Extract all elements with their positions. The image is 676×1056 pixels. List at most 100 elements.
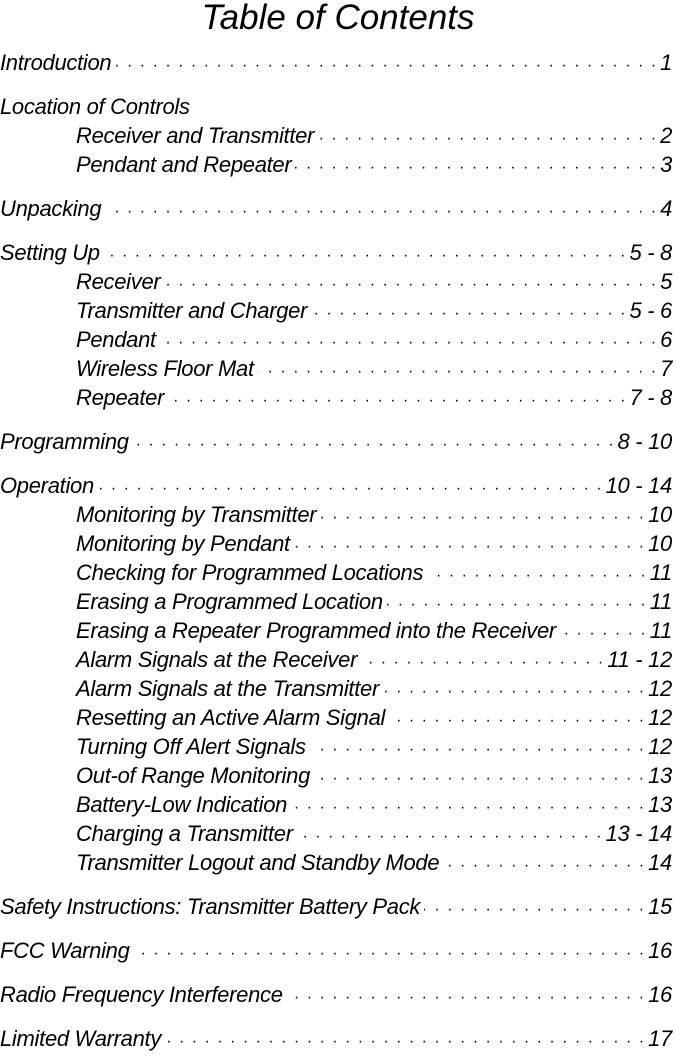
toc-entry-label: Limited Warranty xyxy=(0,1026,162,1051)
toc-entry-page: 14 xyxy=(648,850,672,875)
toc-entry-page: 17 xyxy=(648,1026,672,1051)
toc-subentry[interactable]: Turning Off Alert Signals 12 xyxy=(0,732,672,761)
toc-entry-page: 12 xyxy=(648,705,672,730)
toc-entry-page: 5 xyxy=(660,269,672,294)
dot-leader xyxy=(105,197,656,226)
dot-leader xyxy=(160,328,656,357)
toc-entry[interactable]: Programming 8 - 10 xyxy=(0,427,672,456)
toc-subentry[interactable]: Pendant 6 xyxy=(0,325,672,354)
dot-leader xyxy=(291,793,644,822)
toc-subentry[interactable]: Resetting an Active Alarm Signal 12 xyxy=(0,703,672,732)
toc-entry-page: 5 - 6 xyxy=(629,298,672,323)
toc-entry-page: 11 xyxy=(649,589,673,614)
toc-entry-label: Introduction xyxy=(0,50,112,75)
dot-leader xyxy=(287,983,644,1012)
dot-leader xyxy=(361,648,603,677)
toc-entry-page: 8 - 10 xyxy=(617,429,673,454)
toc-entry-page: 10 xyxy=(648,531,672,556)
toc-entry[interactable]: FCC Warning 16 xyxy=(0,936,672,965)
toc-entry[interactable]: Location of Controls xyxy=(0,92,672,121)
table-of-contents: Introduction1Location of ControlsReceive… xyxy=(0,48,672,1053)
toc-entry-label: Checking for Programmed Locations xyxy=(76,560,424,585)
toc-entry-label: Turning Off Alert Signals xyxy=(76,734,306,759)
toc-entry[interactable]: Setting Up 5 - 8 xyxy=(0,238,672,267)
toc-entry-label: Unpacking xyxy=(0,196,102,221)
toc-subentry[interactable]: Receiver and Transmitter 2 xyxy=(0,121,672,150)
toc-subentry[interactable]: Out-of Range Monitoring 13 xyxy=(0,761,672,790)
toc-entry-label: Battery-Low Indication xyxy=(76,792,288,817)
toc-entry[interactable]: Radio Frequency Interference 16 xyxy=(0,980,672,1009)
dot-leader xyxy=(383,677,644,706)
toc-entry-page: 12 xyxy=(648,734,672,759)
toc-entry[interactable]: Limited Warranty 17 xyxy=(0,1024,672,1053)
toc-subentry[interactable]: Receiver 5 xyxy=(0,267,672,296)
dot-leader xyxy=(560,619,646,648)
toc-entry-page: 13 - 14 xyxy=(605,821,673,846)
toc-subentry[interactable]: Pendant and Repeater 3 xyxy=(0,150,672,179)
toc-entry-label: Receiver and Transmitter xyxy=(76,123,315,148)
toc-entry-page: 7 xyxy=(660,356,672,381)
toc-entry-page: 11 - 12 xyxy=(607,647,672,672)
dot-leader xyxy=(314,764,644,793)
toc-entry-page: 12 xyxy=(648,676,672,701)
toc-entry-label: Erasing a Repeater Programmed into the R… xyxy=(76,618,556,643)
toc-entry-label: Safety Instructions: Transmitter Battery… xyxy=(0,894,421,919)
toc-subentry[interactable]: Monitoring by Pendant 10 xyxy=(0,529,672,558)
toc-entry-label: FCC Warning xyxy=(0,938,130,963)
dot-leader xyxy=(443,851,644,880)
toc-entry-label: Operation xyxy=(0,473,94,498)
dot-leader xyxy=(164,270,656,299)
dot-leader xyxy=(427,561,646,590)
toc-entry-label: Monitoring by Pendant xyxy=(76,531,290,556)
toc-entry-label: Wireless Floor Mat xyxy=(76,356,254,381)
toc-entry[interactable]: Operation 10 - 14 xyxy=(0,471,672,500)
toc-entry-page: 3 xyxy=(660,152,672,177)
toc-entry-label: Transmitter and Charger xyxy=(76,298,308,323)
toc-subentry[interactable]: Monitoring by Transmitter 10 xyxy=(0,500,672,529)
toc-entry-label: Pendant and Repeater xyxy=(76,152,292,177)
toc-entry-label: Repeater xyxy=(76,385,165,410)
toc-subentry[interactable]: Transmitter Logout and Standby Mode 14 xyxy=(0,848,672,877)
toc-entry-page: 13 xyxy=(648,792,672,817)
toc-entry-page: 13 xyxy=(648,763,672,788)
toc-entry-page: 10 xyxy=(648,502,672,527)
dot-leader xyxy=(295,153,656,182)
toc-entry-label: Pendant xyxy=(76,327,156,352)
toc-entry-label: Transmitter Logout and Standby Mode xyxy=(76,850,440,875)
toc-subentry[interactable]: Checking for Programmed Locations 11 xyxy=(0,558,672,587)
toc-entry-label: Charging a Transmitter xyxy=(76,821,293,846)
toc-subentry[interactable]: Erasing a Programmed Location 11 xyxy=(0,587,672,616)
dot-leader xyxy=(387,590,646,619)
dot-leader xyxy=(389,706,644,735)
dot-leader xyxy=(310,735,644,764)
toc-entry-page: 4 xyxy=(660,196,672,221)
toc-entry[interactable]: Safety Instructions: Transmitter Battery… xyxy=(0,892,672,921)
toc-entry-page: 11 xyxy=(649,618,673,643)
toc-entry-label: Receiver xyxy=(76,269,161,294)
toc-subentry[interactable]: Battery-Low Indication 13 xyxy=(0,790,672,819)
toc-entry-label: Erasing a Programmed Location xyxy=(76,589,383,614)
dot-leader xyxy=(115,51,656,80)
toc-subentry[interactable]: Alarm Signals at the Transmitter 12 xyxy=(0,674,672,703)
dot-leader xyxy=(258,357,656,386)
toc-entry-label: Alarm Signals at the Receiver xyxy=(76,647,358,672)
toc-entry-page: 16 xyxy=(648,982,672,1007)
toc-subentry[interactable]: Charging a Transmitter 13 - 14 xyxy=(0,819,672,848)
dot-leader xyxy=(134,939,645,968)
toc-subentry[interactable]: Erasing a Repeater Programmed into the R… xyxy=(0,616,672,645)
toc-subentry[interactable]: Repeater 7 - 8 xyxy=(0,383,672,412)
dot-leader xyxy=(424,895,644,924)
dot-leader xyxy=(318,124,656,153)
page-title: Table of Contents xyxy=(201,0,475,37)
toc-subentry[interactable]: Transmitter and Charger 5 - 6 xyxy=(0,296,672,325)
toc-entry-page: 11 xyxy=(649,560,673,585)
toc-entry[interactable]: Unpacking 4 xyxy=(0,194,672,223)
toc-entry-label: Radio Frequency Interference xyxy=(0,982,283,1007)
toc-subentry[interactable]: Wireless Floor Mat 7 xyxy=(0,354,672,383)
dot-leader xyxy=(168,386,625,415)
dot-leader xyxy=(297,822,602,851)
toc-entry[interactable]: Introduction 1 xyxy=(0,48,672,77)
dot-leader xyxy=(320,503,644,532)
toc-subentry[interactable]: Alarm Signals at the Receiver 11 - 12 xyxy=(0,645,672,674)
toc-entry-label: Setting Up xyxy=(0,240,100,265)
